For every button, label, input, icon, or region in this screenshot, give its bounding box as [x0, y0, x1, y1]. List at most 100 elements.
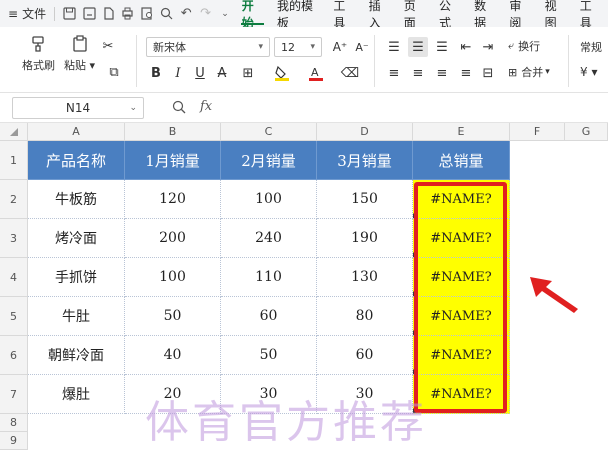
table-cell[interactable]: 50 [125, 297, 221, 336]
tab-home[interactable]: 开始 [235, 0, 270, 30]
table-cell[interactable]: 40 [125, 336, 221, 375]
decrease-font-icon[interactable]: A⁻ [352, 37, 372, 57]
column-header-c[interactable]: C [221, 123, 317, 141]
tab-insert[interactable]: 插入 [362, 0, 397, 30]
clear-format-icon[interactable]: ⌫ [340, 63, 360, 83]
align-right-icon[interactable]: ≡ [432, 63, 452, 83]
table-cell[interactable]: 190 [317, 219, 413, 258]
copy-icon[interactable]: ⧉ [104, 62, 124, 82]
number-format-select[interactable]: 常规 [574, 37, 608, 57]
table-cell[interactable]: 60 [221, 297, 317, 336]
tab-data[interactable]: 数据 [467, 0, 502, 30]
table-cell[interactable]: 200 [125, 219, 221, 258]
table-cell[interactable]: 爆肚 [28, 375, 125, 414]
row-header-6[interactable]: 6 [0, 336, 28, 375]
indent-increase-icon[interactable]: ⇥ [478, 37, 498, 57]
justify-icon[interactable]: ≡ [456, 63, 476, 83]
tab-tools-2[interactable]: 工具 [573, 0, 608, 30]
table-cell[interactable]: 120 [125, 180, 221, 219]
table-cell[interactable]: 150 [317, 180, 413, 219]
strikethrough-icon[interactable]: A [212, 63, 232, 83]
wrap-icon: ⤶ [508, 39, 515, 52]
table-cell[interactable]: 朝鲜冷面 [28, 336, 125, 375]
format-painter-button[interactable]: 格式刷 [22, 35, 55, 73]
distribute-icon[interactable]: ⊟ [478, 63, 498, 83]
header-cell-jan[interactable]: 1月销量 [125, 141, 221, 180]
align-middle-icon[interactable]: ☰ [408, 37, 428, 57]
row-header-3[interactable]: 3 [0, 219, 28, 258]
paste-button[interactable]: 粘贴 ▾ [64, 35, 95, 73]
formula-input[interactable] [224, 97, 604, 119]
table-cell[interactable]: 240 [221, 219, 317, 258]
table-cell[interactable]: 110 [221, 258, 317, 297]
table-cell[interactable]: 50 [221, 336, 317, 375]
column-header-g[interactable]: G [565, 123, 608, 141]
tab-page[interactable]: 页面 [397, 0, 432, 30]
brush-icon [30, 35, 48, 57]
row-header-5[interactable]: 5 [0, 297, 28, 336]
indent-decrease-icon[interactable]: ⇤ [456, 37, 476, 57]
table-cell[interactable]: 60 [317, 336, 413, 375]
align-bottom-icon[interactable]: ☰ [432, 37, 452, 57]
column-header-b[interactable]: B [125, 123, 221, 141]
wrap-text-button[interactable]: ⤶ 换行 [508, 38, 540, 54]
column-header-a[interactable]: A [28, 123, 125, 141]
save-as-icon[interactable] [79, 0, 98, 27]
main-menu-button[interactable]: ≡ 文件 [0, 0, 49, 27]
borders-icon[interactable]: ⊞ [238, 63, 258, 83]
font-size-select[interactable]: 12 ▾ [274, 37, 322, 57]
row-header-8[interactable]: 8 [0, 414, 28, 432]
tab-my-templates[interactable]: 我的模板 [270, 0, 326, 30]
export-icon[interactable] [99, 0, 118, 27]
header-cell-total[interactable]: 总销量 [413, 141, 510, 180]
font-color-icon[interactable]: A [306, 63, 326, 83]
name-box[interactable]: N14 ⌄ [12, 97, 144, 119]
fill-color-icon[interactable] [272, 63, 292, 83]
column-header-f[interactable]: F [510, 123, 565, 141]
column-header-e[interactable]: E [413, 123, 510, 141]
font-name-select[interactable]: 新宋体 ▾ [146, 37, 270, 57]
header-cell-mar[interactable]: 3月销量 [317, 141, 413, 180]
find-icon[interactable] [157, 0, 176, 27]
row-header-7[interactable]: 7 [0, 375, 28, 414]
select-all-corner[interactable] [0, 123, 28, 141]
align-left-icon[interactable]: ≡ [384, 63, 404, 83]
chevron-down-icon[interactable]: ⌄ [215, 0, 234, 27]
zoom-icon[interactable] [172, 100, 186, 118]
tab-formulas[interactable]: 公式 [432, 0, 467, 30]
header-cell-feb[interactable]: 2月销量 [221, 141, 317, 180]
align-center-icon[interactable]: ≡ [408, 63, 428, 83]
print-preview-icon[interactable] [138, 0, 157, 27]
row-header-1[interactable]: 1 [0, 141, 28, 180]
tab-review[interactable]: 审阅 [502, 0, 537, 30]
row-header-9[interactable]: 9 [0, 432, 28, 450]
undo-icon[interactable]: ↶ [177, 0, 196, 27]
table-cell[interactable]: 100 [125, 258, 221, 297]
save-icon[interactable] [60, 0, 79, 27]
increase-font-icon[interactable]: A⁺ [330, 37, 350, 57]
redo-icon[interactable]: ↷ [196, 0, 215, 27]
row-header-4[interactable]: 4 [0, 258, 28, 297]
ribbon-divider [568, 35, 569, 87]
table-cell[interactable]: 牛板筋 [28, 180, 125, 219]
table-cell[interactable]: 烤冷面 [28, 219, 125, 258]
underline-icon[interactable]: U [190, 63, 210, 83]
table-cell[interactable]: 100 [221, 180, 317, 219]
table-cell[interactable]: 80 [317, 297, 413, 336]
table-cell[interactable]: 130 [317, 258, 413, 297]
merge-button[interactable]: ⊞ 合并 ▾ [508, 64, 550, 80]
column-header-d[interactable]: D [317, 123, 413, 141]
tab-view[interactable]: 视图 [538, 0, 573, 30]
italic-icon[interactable]: I [168, 63, 188, 83]
print-icon[interactable] [118, 0, 137, 27]
tab-tools[interactable]: 工具 [326, 0, 361, 30]
cut-icon[interactable]: ✂ [98, 36, 118, 56]
table-cell[interactable]: 牛肚 [28, 297, 125, 336]
bold-icon[interactable]: B [146, 63, 166, 83]
currency-icon[interactable]: ¥ ▾ [580, 65, 597, 79]
row-header-2[interactable]: 2 [0, 180, 28, 219]
header-cell-product[interactable]: 产品名称 [28, 141, 125, 180]
function-icon[interactable]: fx [200, 99, 212, 114]
table-cell[interactable]: 手抓饼 [28, 258, 125, 297]
align-top-icon[interactable]: ☰ [384, 37, 404, 57]
